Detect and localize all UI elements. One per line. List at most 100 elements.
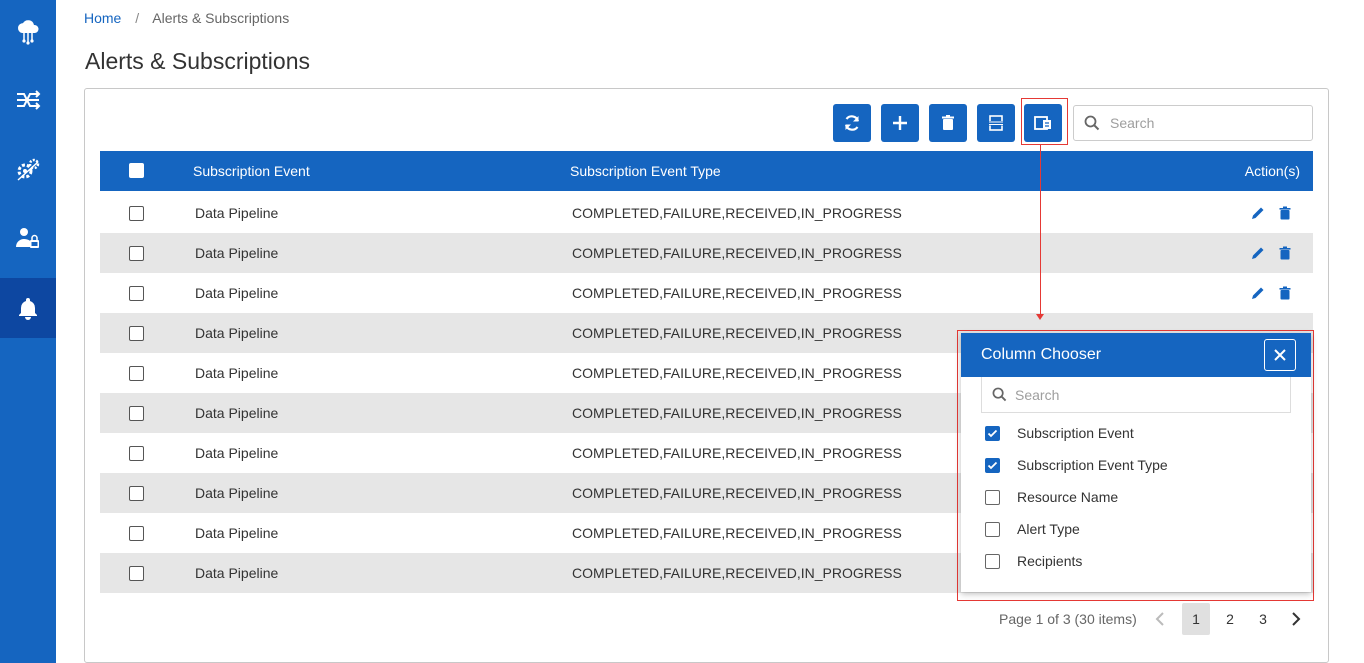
breadcrumb-current: Alerts & Subscriptions <box>152 10 290 26</box>
sidebar-item-alerts[interactable] <box>0 278 56 338</box>
refresh-button[interactable] <box>833 104 871 142</box>
column-option-recipients[interactable]: Recipients <box>985 545 1285 577</box>
cell-subscription-event: Data Pipeline <box>195 365 279 381</box>
sidebar-item-pipelines[interactable] <box>0 70 56 130</box>
sidebar-item-settings[interactable] <box>0 140 56 200</box>
cell-subscription-event: Data Pipeline <box>195 405 279 421</box>
trash-icon[interactable] <box>1278 246 1292 260</box>
annotation-arrowhead <box>1036 314 1044 320</box>
cell-subscription-event: Data Pipeline <box>195 525 279 541</box>
checkmark-icon <box>987 429 998 437</box>
trash-icon[interactable] <box>1278 206 1292 220</box>
breadcrumb-home-link[interactable]: Home <box>84 10 121 26</box>
edit-icon[interactable] <box>1251 206 1265 220</box>
trash-icon[interactable] <box>1278 286 1292 300</box>
row-checkbox[interactable] <box>129 486 144 501</box>
row-checkbox[interactable] <box>129 406 144 421</box>
checkmark-icon <box>987 461 998 469</box>
cell-subscription-event-type: COMPLETED,FAILURE,RECEIVED,IN_PROGRESS <box>572 485 902 501</box>
table-row: Data Pipeline COMPLETED,FAILURE,RECEIVED… <box>100 233 1313 273</box>
sidebar-item-cloud[interactable] <box>0 2 56 62</box>
cell-subscription-event-type: COMPLETED,FAILURE,RECEIVED,IN_PROGRESS <box>572 565 902 581</box>
pager-page-2[interactable]: 2 <box>1216 603 1244 635</box>
row-checkbox[interactable] <box>129 206 144 221</box>
pipelines-icon <box>17 90 41 110</box>
grid-search-input[interactable] <box>1110 115 1290 131</box>
row-checkbox[interactable] <box>129 566 144 581</box>
pager-prev-button[interactable] <box>1146 603 1174 635</box>
export-xlsx-button[interactable] <box>977 104 1015 142</box>
row-checkbox[interactable] <box>129 246 144 261</box>
column-option-subscription-event-type[interactable]: Subscription Event Type <box>985 449 1285 481</box>
column-chooser-header: Column Chooser <box>961 333 1311 377</box>
cell-subscription-event-type: COMPLETED,FAILURE,RECEIVED,IN_PROGRESS <box>572 205 902 221</box>
column-option-subscription-event[interactable]: Subscription Event <box>985 417 1285 449</box>
column-chooser-highlight <box>1021 98 1068 145</box>
column-option-label: Recipients <box>1017 553 1083 569</box>
grid-header: Subscription Event Subscription Event Ty… <box>100 151 1313 191</box>
column-checkbox-checked[interactable] <box>985 425 1000 441</box>
column-checkbox[interactable] <box>985 521 1000 537</box>
row-checkbox[interactable] <box>129 446 144 461</box>
cell-subscription-event-type: COMPLETED,FAILURE,RECEIVED,IN_PROGRESS <box>572 525 902 541</box>
select-all-checkbox[interactable] <box>129 163 144 178</box>
bell-icon <box>19 298 37 320</box>
cell-subscription-event: Data Pipeline <box>195 445 279 461</box>
add-button[interactable] <box>881 104 919 142</box>
edit-icon[interactable] <box>1251 286 1265 300</box>
row-checkbox[interactable] <box>129 526 144 541</box>
column-checkbox-checked[interactable] <box>985 457 1000 473</box>
pager-page-1[interactable]: 1 <box>1182 603 1210 635</box>
column-option-alert-type[interactable]: Alert Type <box>985 513 1285 545</box>
cell-subscription-event-type: COMPLETED,FAILURE,RECEIVED,IN_PROGRESS <box>572 325 902 341</box>
column-option-resource-name[interactable]: Resource Name <box>985 481 1285 513</box>
column-chooser-popup: Column Chooser Subscription Event Subscr… <box>961 333 1311 592</box>
delete-button[interactable] <box>929 104 967 142</box>
column-option-label: Alert Type <box>1017 521 1080 537</box>
pager-info: Page 1 of 3 (30 items) <box>999 611 1137 627</box>
cell-subscription-event: Data Pipeline <box>195 285 279 301</box>
pager-next-button[interactable] <box>1282 603 1310 635</box>
close-button[interactable] <box>1264 339 1296 371</box>
row-checkbox[interactable] <box>129 326 144 341</box>
edit-icon[interactable] <box>1251 246 1265 260</box>
grid-search[interactable] <box>1073 105 1313 141</box>
column-header-subscription-event[interactable]: Subscription Event <box>193 163 310 179</box>
row-checkbox[interactable] <box>129 286 144 301</box>
column-checkbox[interactable] <box>985 553 1000 569</box>
search-icon <box>992 387 1007 402</box>
cell-subscription-event-type: COMPLETED,FAILURE,RECEIVED,IN_PROGRESS <box>572 405 902 421</box>
cell-subscription-event: Data Pipeline <box>195 245 279 261</box>
sidebar <box>0 0 56 663</box>
cell-subscription-event-type: COMPLETED,FAILURE,RECEIVED,IN_PROGRESS <box>572 365 902 381</box>
sidebar-item-user-access[interactable] <box>0 208 56 268</box>
chevron-right-icon <box>1292 612 1301 626</box>
add-icon <box>893 116 907 130</box>
breadcrumb-separator: / <box>135 10 140 26</box>
column-chooser-list: Subscription Event Subscription Event Ty… <box>985 417 1285 577</box>
column-option-label: Subscription Event <box>1017 425 1134 441</box>
column-header-subscription-event-type[interactable]: Subscription Event Type <box>570 163 721 179</box>
gears-icon <box>17 158 40 181</box>
cell-subscription-event: Data Pipeline <box>195 565 279 581</box>
column-chooser-search[interactable] <box>981 377 1291 413</box>
page-title: Alerts & Subscriptions <box>85 48 310 74</box>
row-checkbox[interactable] <box>129 366 144 381</box>
refresh-icon <box>844 115 860 131</box>
cell-subscription-event: Data Pipeline <box>195 205 279 221</box>
search-icon <box>1084 115 1100 131</box>
column-chooser-search-input[interactable] <box>1015 386 1255 403</box>
column-option-label: Subscription Event Type <box>1017 457 1168 473</box>
close-icon <box>1274 349 1286 361</box>
column-header-actions: Action(s) <box>1244 163 1300 179</box>
table-row: Data Pipeline COMPLETED,FAILURE,RECEIVED… <box>100 273 1313 313</box>
pager-page-3[interactable]: 3 <box>1249 603 1277 635</box>
column-option-label: Resource Name <box>1017 489 1119 505</box>
table-row: Data Pipeline COMPLETED,FAILURE,RECEIVED… <box>100 193 1313 233</box>
delete-icon <box>942 115 954 130</box>
column-checkbox[interactable] <box>985 489 1000 505</box>
annotation-connector-line <box>1040 145 1041 317</box>
column-chooser-title: Column Chooser <box>981 346 1102 363</box>
cell-subscription-event-type: COMPLETED,FAILURE,RECEIVED,IN_PROGRESS <box>572 285 902 301</box>
chevron-left-icon <box>1155 612 1164 626</box>
